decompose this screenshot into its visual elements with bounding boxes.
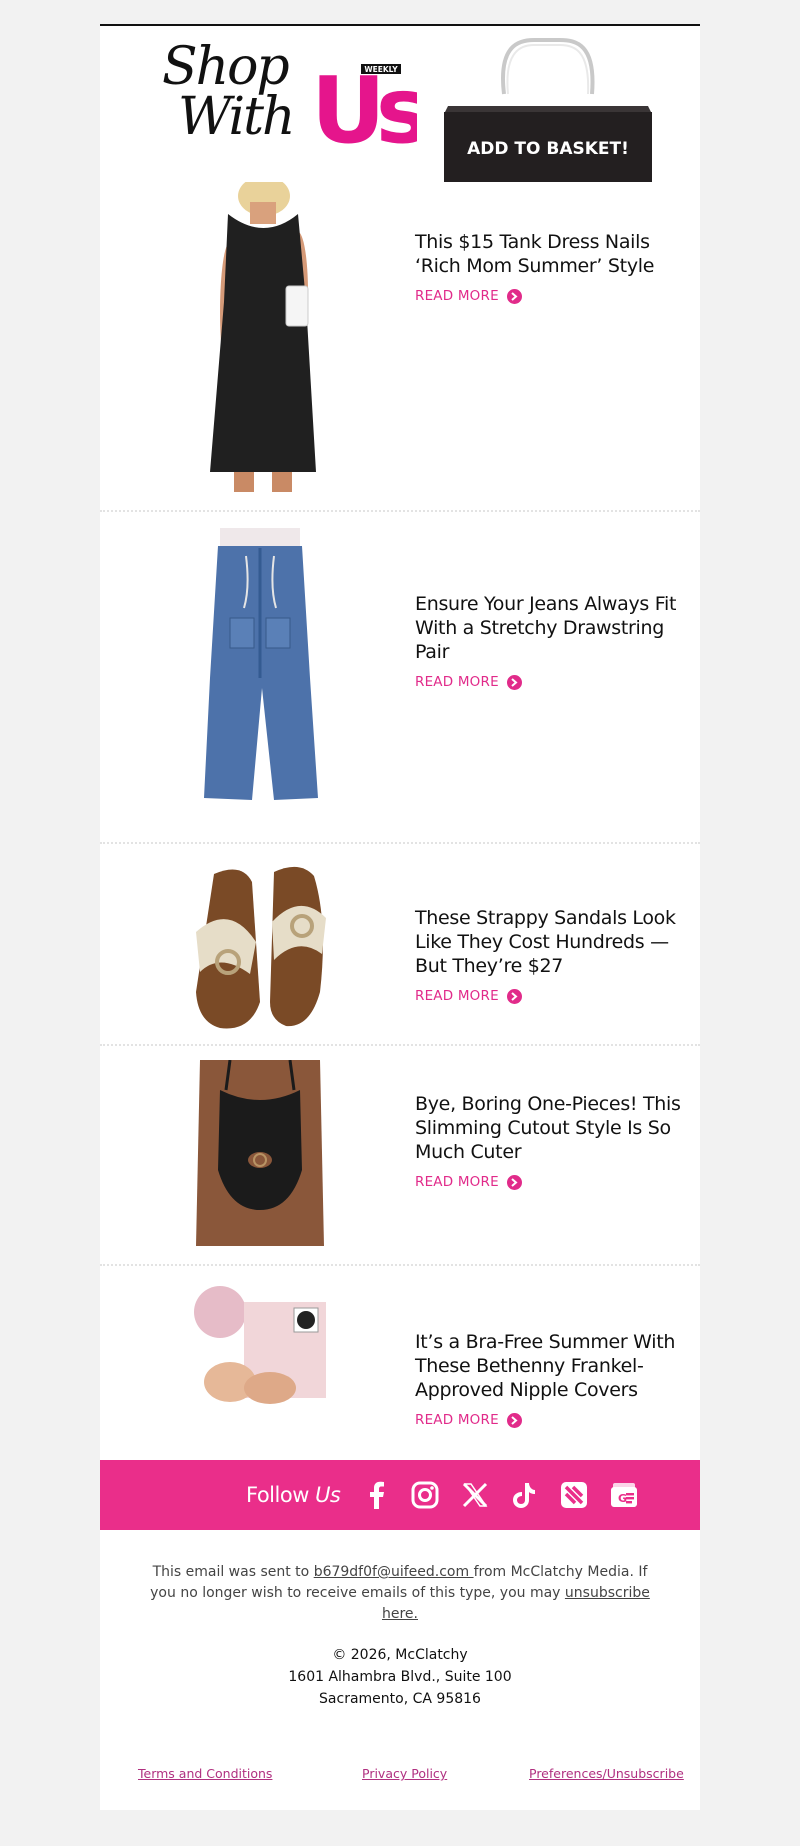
follow-text: Follow [246, 1483, 309, 1507]
read-more-label: READ MORE [415, 1412, 499, 1428]
product-title[interactable]: Ensure Your Jeans Always Fit With a Stre… [415, 592, 700, 664]
terms-link[interactable]: Terms and Conditions [138, 1766, 272, 1781]
instagram-icon[interactable] [409, 1479, 441, 1511]
privacy-policy-link[interactable]: Privacy Policy [362, 1766, 447, 1781]
tiktok-icon[interactable] [508, 1479, 540, 1511]
bag-label: ADD TO BASKET! [467, 139, 629, 159]
weekly-tag: WEEKLY [364, 65, 398, 74]
follow-us-bar: Follow Us G [100, 1460, 700, 1530]
recipient-email-link[interactable]: b679df0f@uifeed.com [314, 1564, 474, 1580]
product-title[interactable]: This $15 Tank Dress Nails ‘Rich Mom Summ… [415, 230, 700, 278]
email-header: Shop With Us WEEKLY ADD TO BASKET! [100, 26, 700, 186]
product-text: Bye, Boring One-Pieces! This Slimming Cu… [415, 1092, 700, 1190]
chevron-right-icon [506, 288, 522, 304]
email-container: Shop With Us WEEKLY ADD TO BASKET! This … [100, 24, 700, 1810]
tank-dress-image[interactable] [190, 182, 330, 492]
company-address: © 2026, McClatchy 1601 Alhambra Blvd., S… [100, 1644, 700, 1710]
shop-with-wordmark: Shop With [162, 41, 302, 152]
read-more-label: READ MORE [415, 1174, 499, 1190]
product-row: Bye, Boring One-Pieces! This Slimming Cu… [100, 1046, 700, 1266]
read-more-label: READ MORE [415, 674, 499, 690]
read-more-link[interactable]: READ MORE [415, 1174, 522, 1190]
read-more-label: READ MORE [415, 988, 499, 1004]
read-more-link[interactable]: READ MORE [415, 1412, 522, 1428]
chevron-right-icon [506, 988, 522, 1004]
read-more-link[interactable]: READ MORE [415, 288, 522, 304]
x-icon[interactable] [459, 1479, 491, 1511]
svg-text:G: G [618, 1492, 627, 1505]
apple-news-icon[interactable] [558, 1479, 590, 1511]
product-title[interactable]: Bye, Boring One-Pieces! This Slimming Cu… [415, 1092, 700, 1164]
nipple-covers-image[interactable] [190, 1282, 330, 1412]
chevron-right-icon [506, 674, 522, 690]
google-news-icon[interactable]: G [608, 1479, 640, 1511]
product-text: Ensure Your Jeans Always Fit With a Stre… [415, 592, 700, 690]
chevron-right-icon [506, 1412, 522, 1428]
cutout-swimsuit-image[interactable] [190, 1060, 330, 1246]
us-weekly-logo[interactable]: Us WEEKLY [309, 60, 417, 148]
add-to-basket-bag[interactable]: ADD TO BASKET! [442, 36, 654, 192]
product-title[interactable]: These Strappy Sandals Look Like They Cos… [415, 906, 700, 978]
read-more-link[interactable]: READ MORE [415, 674, 522, 690]
product-text: This $15 Tank Dress Nails ‘Rich Mom Summ… [415, 230, 700, 304]
product-row: Ensure Your Jeans Always Fit With a Stre… [100, 512, 700, 844]
read-more-link[interactable]: READ MORE [415, 988, 522, 1004]
follow-us-label: Follow Us [246, 1482, 341, 1508]
address-line-1: 1601 Alhambra Blvd., Suite 100 [288, 1669, 512, 1685]
preferences-unsubscribe-link[interactable]: Preferences/Unsubscribe [529, 1766, 684, 1781]
product-title[interactable]: It’s a Bra-Free Summer With These Bethen… [415, 1330, 700, 1402]
strappy-sandals-image[interactable] [190, 862, 330, 1032]
footer-note-prefix: This email was sent to [152, 1564, 314, 1580]
follow-us-em: Us [315, 1483, 341, 1507]
copyright-text: © 2026, McClatchy [332, 1647, 468, 1663]
product-row: These Strappy Sandals Look Like They Cos… [100, 844, 700, 1046]
read-more-label: READ MORE [415, 288, 499, 304]
drawstring-jeans-image[interactable] [190, 528, 330, 812]
chevron-right-icon [506, 1174, 522, 1190]
footer-note: This email was sent to b679df0f@uifeed.c… [140, 1562, 660, 1625]
product-text: These Strappy Sandals Look Like They Cos… [415, 906, 700, 1004]
facebook-icon[interactable] [360, 1479, 392, 1511]
product-text: It’s a Bra-Free Summer With These Bethen… [415, 1330, 700, 1428]
with-text: With [178, 87, 296, 147]
address-line-2: Sacramento, CA 95816 [319, 1691, 481, 1707]
product-row: This $15 Tank Dress Nails ‘Rich Mom Summ… [100, 182, 700, 512]
product-row: It’s a Bra-Free Summer With These Bethen… [100, 1266, 700, 1462]
